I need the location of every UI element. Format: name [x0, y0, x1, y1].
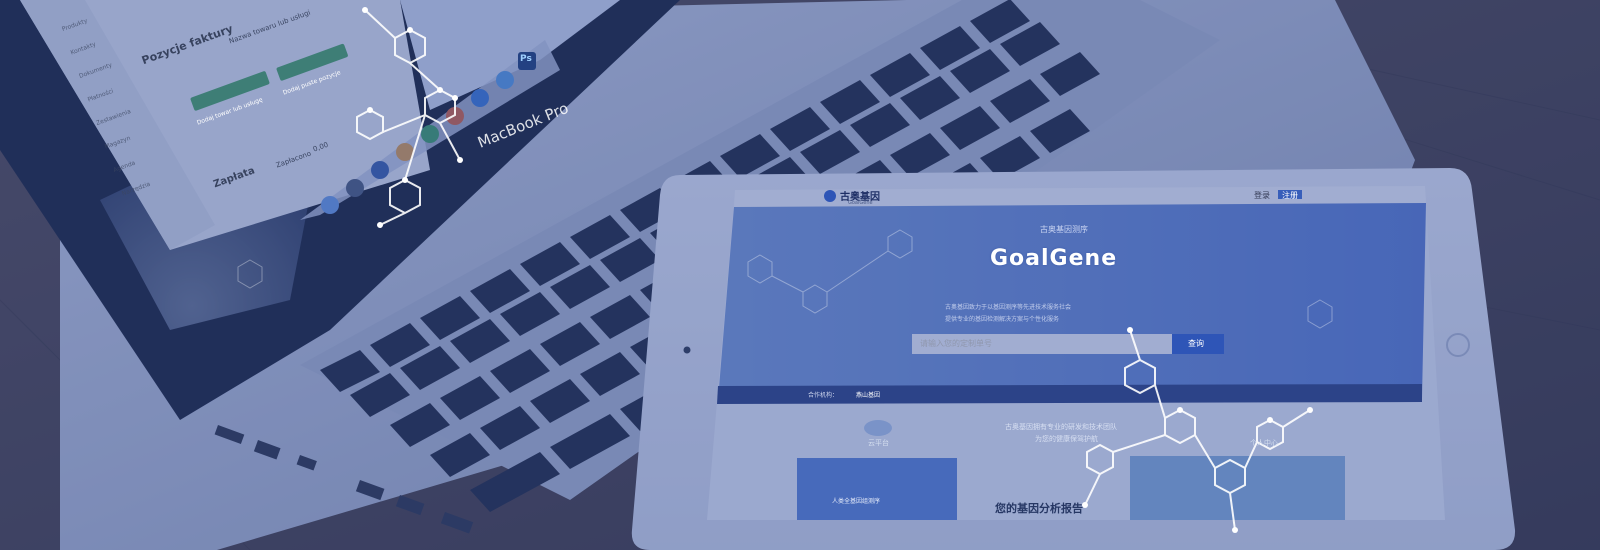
tablet-logo-sub: GoalGene	[848, 200, 873, 206]
partners-label: 合作机构：	[808, 392, 839, 399]
hero-small-title: 古奥基因测序	[1040, 225, 1088, 234]
tablet-search-input[interactable]: 请输入您的定制单号	[920, 338, 992, 349]
dock-ps-label: Ps	[520, 54, 532, 64]
partner-name: 燕山基因	[856, 392, 881, 399]
cloud-label[interactable]: 云平台	[868, 438, 889, 448]
tablet-search-button[interactable]: 查询	[1188, 338, 1204, 349]
tablet-register-button[interactable]: 注册	[1282, 190, 1298, 201]
blue-overlay	[0, 0, 1600, 550]
hero-desc-1: 古奥基因致力于以基因测序等先进技术服务社会	[945, 304, 1072, 311]
card-left-text[interactable]: 人类全基因组测序	[832, 496, 880, 505]
hero-brand: GoalGene	[990, 246, 1118, 271]
report-title: 您的基因分析报告	[995, 502, 1083, 515]
intro-text-2: 为您的健康保驾护航	[1035, 435, 1098, 443]
photo-scene	[0, 0, 1600, 550]
tablet-login-link[interactable]: 登录	[1254, 190, 1270, 201]
right-label[interactable]: 个人中心	[1250, 438, 1278, 448]
hero-desc-2: 提供专业的基因检测解决方案与个性化服务	[945, 316, 1060, 323]
intro-text-1: 古奥基因拥有专业的研发和技术团队	[1005, 423, 1117, 431]
